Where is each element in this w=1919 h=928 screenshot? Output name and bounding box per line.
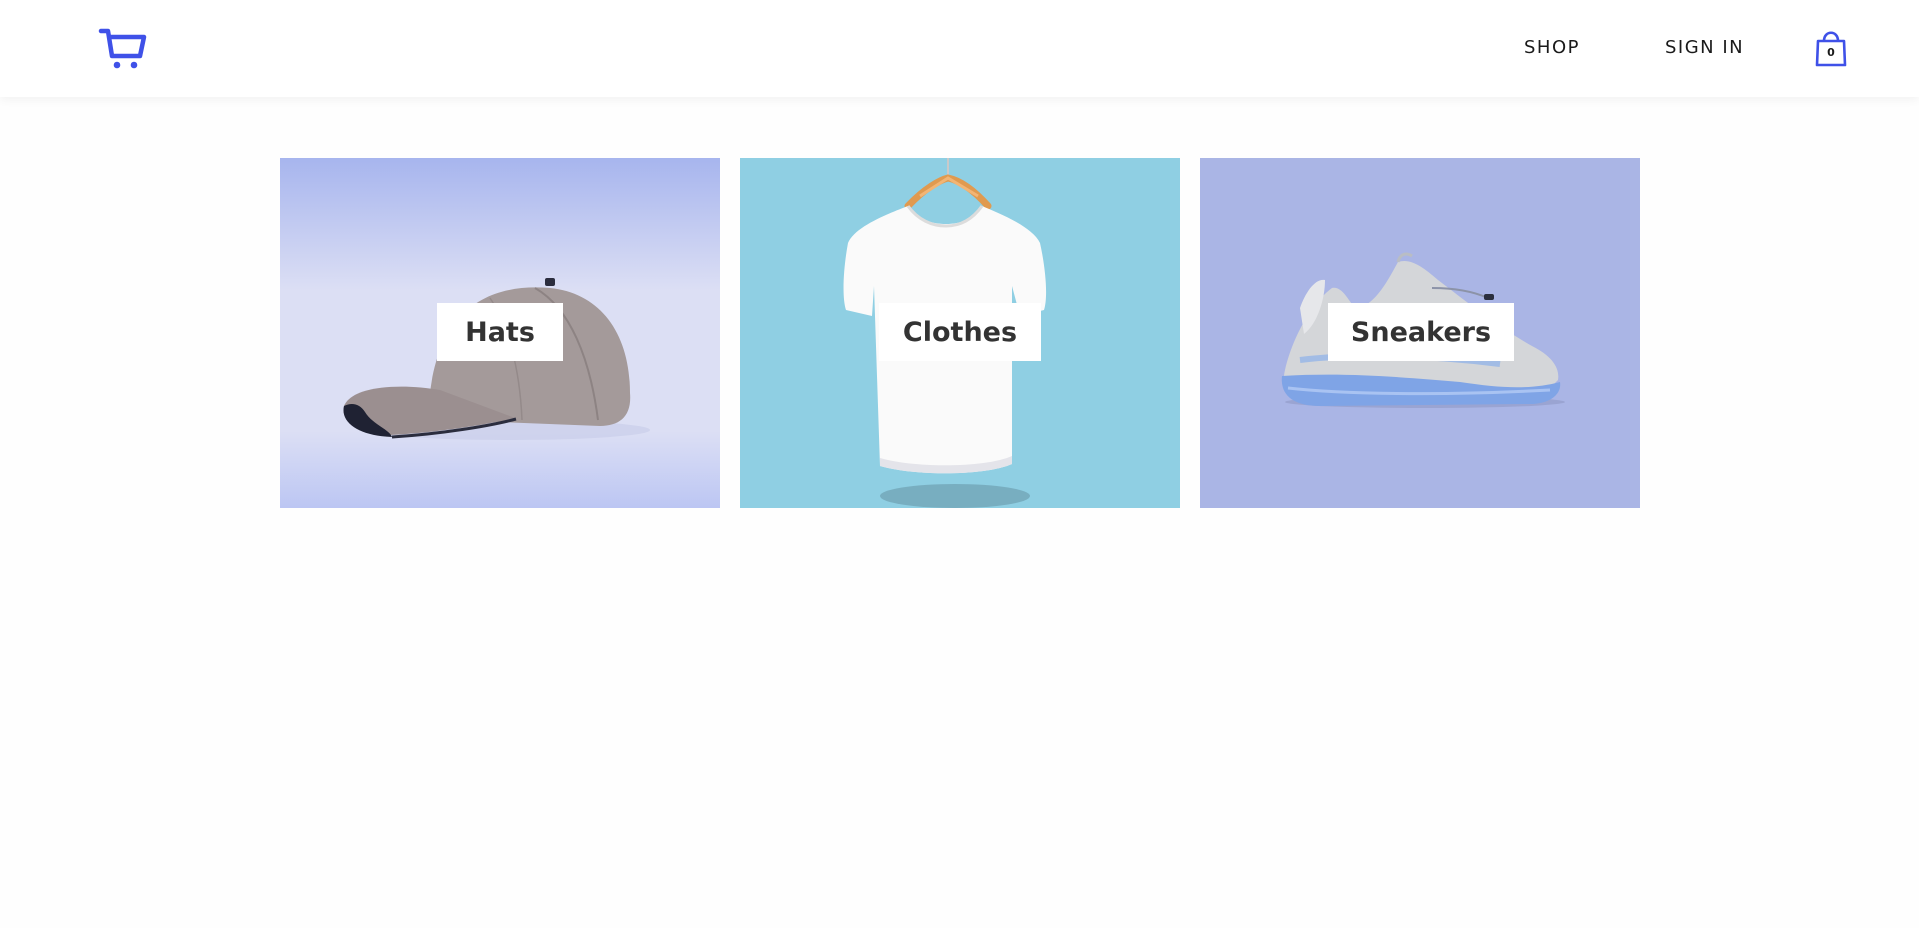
cart-item-count: 0 [1827, 46, 1835, 59]
site-header: SHOP SIGN IN 0 [0, 0, 1919, 97]
category-label-hats[interactable]: Hats [437, 303, 563, 361]
category-label-clothes[interactable]: Clothes [879, 303, 1041, 361]
category-card-clothes[interactable]: Clothes [740, 158, 1180, 508]
nav-shop-link[interactable]: SHOP [1524, 37, 1580, 58]
category-label-sneakers[interactable]: Sneakers [1328, 303, 1514, 361]
cart-bag-button[interactable]: 0 [1814, 28, 1848, 68]
category-card-hats[interactable]: Hats [280, 158, 720, 508]
nav-signin-link[interactable]: SIGN IN [1665, 37, 1744, 58]
category-card-sneakers[interactable]: Sneakers [1200, 158, 1640, 508]
shopping-cart-icon[interactable] [98, 26, 148, 72]
